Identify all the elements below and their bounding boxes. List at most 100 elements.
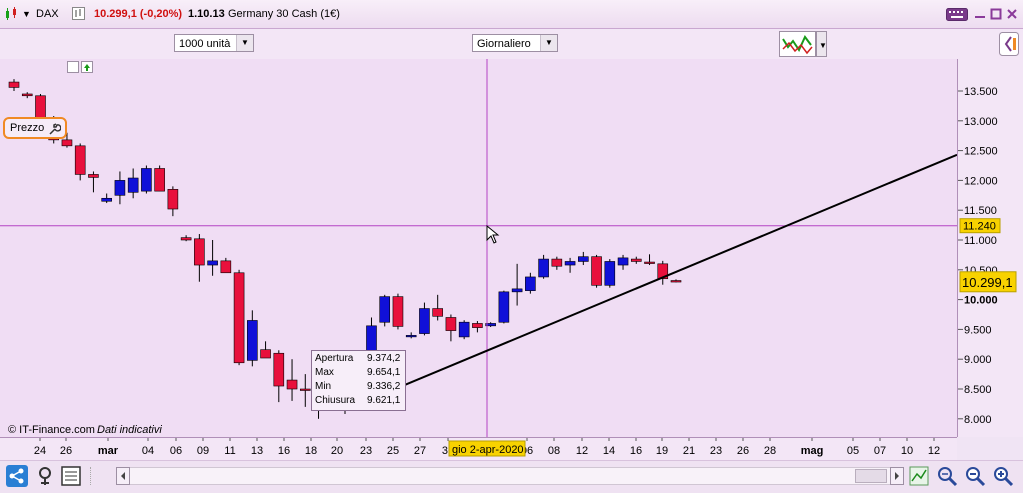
x-tick-label: 05 (847, 445, 859, 457)
scroll-left-button[interactable] (116, 467, 130, 485)
price-change: 10.299,1 (-0,20%) (94, 8, 183, 20)
candle-body (220, 260, 232, 274)
candle-body (167, 189, 179, 210)
panel-copy-icon (67, 61, 79, 73)
panel-buttons (67, 61, 93, 73)
price-chart[interactable]: © IT-Finance.com Dati indicativi Prezzo … (0, 59, 957, 437)
source-credit: © IT-Finance.com (8, 424, 95, 436)
candle-body (101, 197, 112, 202)
keyboard-icon[interactable] (946, 8, 968, 21)
tooltip-key: Chiusura (315, 395, 356, 406)
candlestick-icon (6, 7, 16, 20)
current-price: 10.299,1 (962, 275, 1013, 290)
period-select[interactable]: Giornaliero ▼ (472, 34, 558, 52)
candle-body (578, 256, 589, 262)
tooltip-value: 9.374,2 (367, 353, 401, 364)
minimize-icon[interactable] (974, 8, 986, 20)
magnet-icon[interactable] (34, 465, 56, 487)
layout-icon[interactable] (60, 465, 82, 487)
tooltip-key: Apertura (315, 353, 354, 364)
indicators-button[interactable]: ▼ (779, 31, 827, 57)
maximize-icon[interactable] (990, 8, 1002, 20)
x-tick-label: 26 (737, 445, 749, 457)
x-tick-label: 23 (360, 445, 372, 457)
y-tick-label: 9.500 (964, 324, 992, 336)
candle-body (458, 321, 470, 338)
close-icon[interactable] (1006, 8, 1018, 20)
y-tick-label: 13.500 (964, 86, 998, 98)
candle-body (8, 81, 20, 88)
mouse-cursor-icon (486, 225, 500, 244)
time-display: 1.10.13 (188, 8, 225, 20)
x-tick-label: 13 (251, 445, 263, 457)
tooltip-value: 9.336,2 (367, 381, 401, 392)
zoom-fit-icon[interactable] (936, 465, 958, 487)
price-panel-label[interactable]: Prezzo (3, 117, 67, 139)
y-tick-label: 12.500 (964, 146, 998, 158)
y-tick-label: 13.000 (964, 116, 998, 128)
share-icon[interactable] (6, 465, 28, 487)
chart-type-icon[interactable] (72, 7, 85, 20)
candle-body (405, 335, 417, 338)
y-tick-label: 8.000 (964, 414, 992, 426)
price-axis[interactable]: 13.500 13.000 12.500 12.000 11.500 11.000 10.5… (957, 59, 1023, 437)
date-axis[interactable]: 24 26 mar 04 06 09 11 13 16 18 20 23 25 27 30 06 08 12 14 1… (0, 437, 957, 461)
crosshair-price: 11.240 (963, 221, 996, 233)
candle-body (498, 291, 510, 323)
candle-body (154, 168, 165, 192)
x-tick-label: 07 (874, 445, 886, 457)
bottom-toolbar (0, 460, 1023, 493)
candle-body (630, 258, 642, 262)
chart-canvas[interactable]: © IT-Finance.com Dati indicativi (0, 59, 957, 437)
candle-body (180, 237, 192, 241)
candle-body (207, 260, 218, 266)
candle-body (392, 296, 404, 327)
wrench-icon[interactable] (47, 122, 61, 136)
y-tick-label: 11.000 (964, 235, 997, 247)
candle-body (74, 145, 86, 175)
ohlc-tooltip: Apertura 9.374,2 Max 9.654,1 Min 9.336,2 Ch… (311, 350, 406, 411)
x-tick-label: 11 (224, 445, 235, 457)
chart-tools-icon[interactable] (908, 465, 930, 487)
candle-body (286, 379, 298, 390)
x-tick-label: 06 (170, 445, 182, 457)
period-select-value: Giornaliero (477, 38, 531, 50)
y-tick-label: 8.500 (964, 384, 992, 396)
horizontal-scrollbar[interactable] (130, 467, 890, 485)
x-tick-label: 12 (576, 445, 588, 457)
candle-body (273, 352, 285, 387)
side-panel-toggle-icon[interactable] (999, 32, 1019, 56)
x-tick-label: 16 (278, 445, 290, 457)
candle-body (127, 177, 139, 193)
candle-body (432, 308, 443, 317)
x-tick-label: 28 (764, 445, 776, 457)
panel-title: Prezzo (10, 122, 45, 134)
units-select[interactable]: 1000 unità ▼ (174, 34, 254, 52)
trend-line (344, 153, 957, 411)
x-tick-label: 19 (656, 445, 668, 457)
x-tick-label: mag (801, 445, 824, 457)
instrument-name[interactable]: DAX (36, 8, 59, 20)
candle-body (194, 238, 205, 266)
candle-body (141, 168, 152, 192)
x-tick-label: 10 (901, 445, 913, 457)
instrument-dropdown-arrow[interactable]: ▼ (22, 9, 31, 19)
x-tick-label: 18 (305, 445, 317, 457)
candle-body (114, 180, 126, 196)
candle-body (551, 258, 563, 267)
x-tick-label: 08 (548, 445, 560, 457)
y-tick-label: 11.500 (964, 205, 997, 217)
x-tick-label: mar (98, 445, 119, 457)
svg-text:▼: ▼ (819, 41, 827, 50)
tooltip-value: 9.654,1 (367, 367, 401, 378)
price-axis-canvas: 13.50013.00012.50012.00011.50011.00010.5… (958, 86, 1017, 426)
chevron-down-icon: ▼ (540, 35, 557, 51)
tooltip-key: Max (315, 367, 334, 378)
zoom-in-icon[interactable] (992, 465, 1014, 487)
separator (90, 467, 97, 485)
scrollbar-thumb[interactable] (855, 469, 887, 483)
y-tick-label: 12.000 (964, 175, 998, 187)
scroll-right-button[interactable] (890, 467, 904, 485)
zoom-out-icon[interactable] (964, 465, 986, 487)
candle-body (299, 388, 311, 391)
